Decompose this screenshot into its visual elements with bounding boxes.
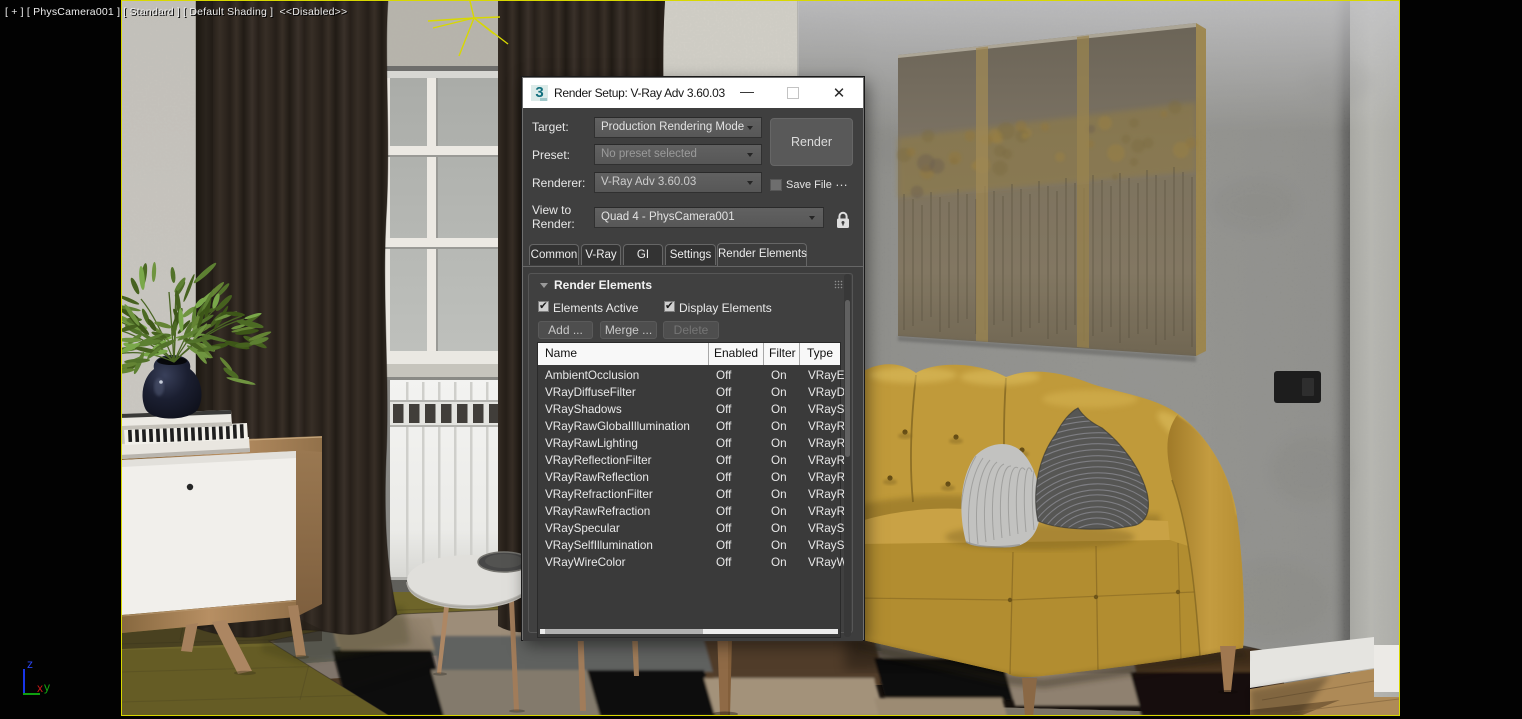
svg-text:z: z xyxy=(27,657,33,671)
svg-text:y: y xyxy=(44,680,50,694)
svg-text:x: x xyxy=(37,681,43,695)
